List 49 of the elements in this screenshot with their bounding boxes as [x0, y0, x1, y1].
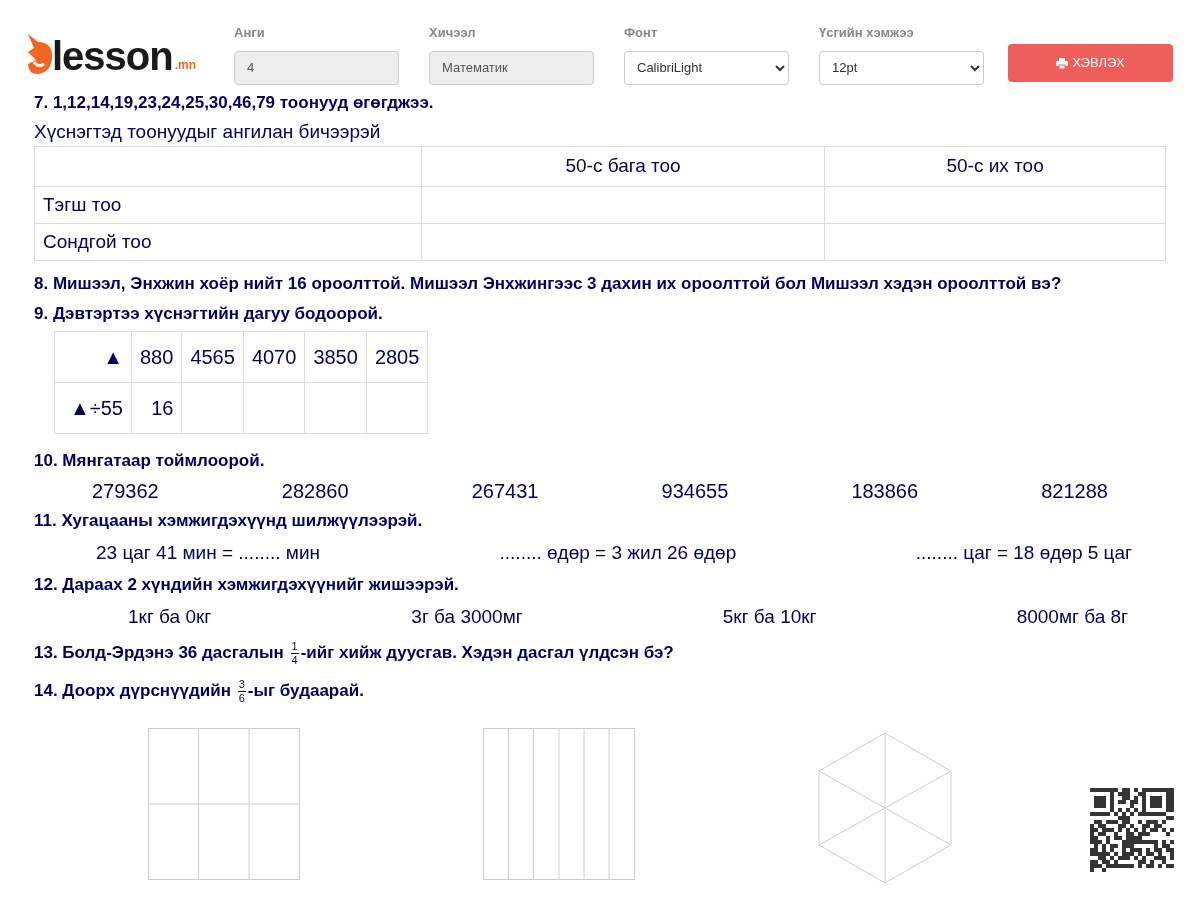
dropdown-field[interactable]: 12pt [819, 50, 984, 85]
question-text: 10. Мянгатаар тоймлоорой. [34, 450, 266, 472]
row-label: Сондгой тоо [34, 223, 422, 261]
instruction-text: Хүснэгтэд тоонуудыг ангилан бичээрэй [34, 120, 382, 144]
table-cell-text: 16 [151, 397, 174, 419]
table-cell-text: 3850 [313, 346, 358, 368]
table-cell-text: ▲÷55 [69, 397, 123, 419]
number-item: 267431 [471, 479, 539, 504]
exercise-item: 1кг ба 0кг [128, 604, 212, 629]
number-item: 934655 [661, 479, 729, 504]
fraction: 3 6 [237, 677, 246, 705]
fraction: 1 4 [290, 639, 299, 667]
table-cell-text: 2805 [374, 346, 420, 368]
exercise-item: ........ цаг = 18 өдөр 5 цаг [915, 540, 1132, 565]
table-cell-text: ▲ [103, 346, 123, 368]
number-item: 279362 [92, 479, 159, 504]
printer-icon [1056, 57, 1069, 69]
question-text: 8. Мишээл, Энхжин хоёр нийт 16 ороолттой. Мишээл Энхжингээс 3 дахин их ороолттой бол Мишээл хэдэн ороолттой вэ? [34, 273, 1063, 295]
text-field[interactable]: 4 [234, 50, 399, 85]
exercise-item: 3г ба 3000мг [411, 604, 523, 629]
logo-domain: .mn [174, 57, 197, 74]
exercise-item: 8000мг ба 8г [1016, 604, 1128, 629]
question-text: -ийг хийж дуусгав. Хэдэн дасгал үлдсэн бэ? [300, 642, 674, 665]
exercise-item: 5кг ба 10кг [722, 604, 817, 629]
question-text: -ыг будаарай. [247, 680, 364, 703]
column-header: 50-с бага тоо [421, 146, 825, 187]
question-text: 12. Дараах 2 хүндийн хэмжигдэхүүнийг жишээрэй. [34, 574, 460, 596]
number-item: 821288 [1041, 479, 1108, 504]
exercise-item: ........ өдөр = 3 жил 26 өдөр [499, 540, 737, 565]
number-item: 282860 [281, 479, 349, 504]
table-cell-text: 4070 [251, 346, 297, 368]
row-label: Тэгш тоо [34, 186, 422, 224]
exercise-item: 23 цаг 41 мин = ........ мин [96, 540, 320, 565]
text-field[interactable]: Математик [429, 50, 594, 85]
field-label: Үсгийн хэмжээ [819, 24, 915, 43]
question-text: 7. 1,12,14,19,23,24,25,30,46,79 тоонууд өгөгджээ. [34, 92, 435, 114]
question-text: 9. Дэвтэртээ хүснэгтийн дагуу бодоорой. [34, 303, 384, 325]
dropdown-field[interactable]: CalibriLight [624, 50, 789, 85]
question-text: 13. Болд-Эрдэнэ 36 дасгалын [34, 642, 285, 665]
logo-wordmark: lesson [52, 36, 173, 76]
table-cell-text: 880 [140, 346, 174, 368]
field-label: Фонт [624, 24, 659, 43]
field-label: Хичээл [429, 24, 477, 43]
number-item: 183866 [851, 479, 919, 504]
column-header: 50-с их тоо [824, 146, 1166, 187]
field-label: Анги [234, 24, 266, 43]
table-cell-text: 4565 [190, 346, 235, 368]
question-text: 11. Хугацааны хэмжигдэхүүнд шилжүүлээрэй. [34, 510, 424, 532]
question-text: 14. Доорх дүрснүүдийн [34, 680, 232, 703]
